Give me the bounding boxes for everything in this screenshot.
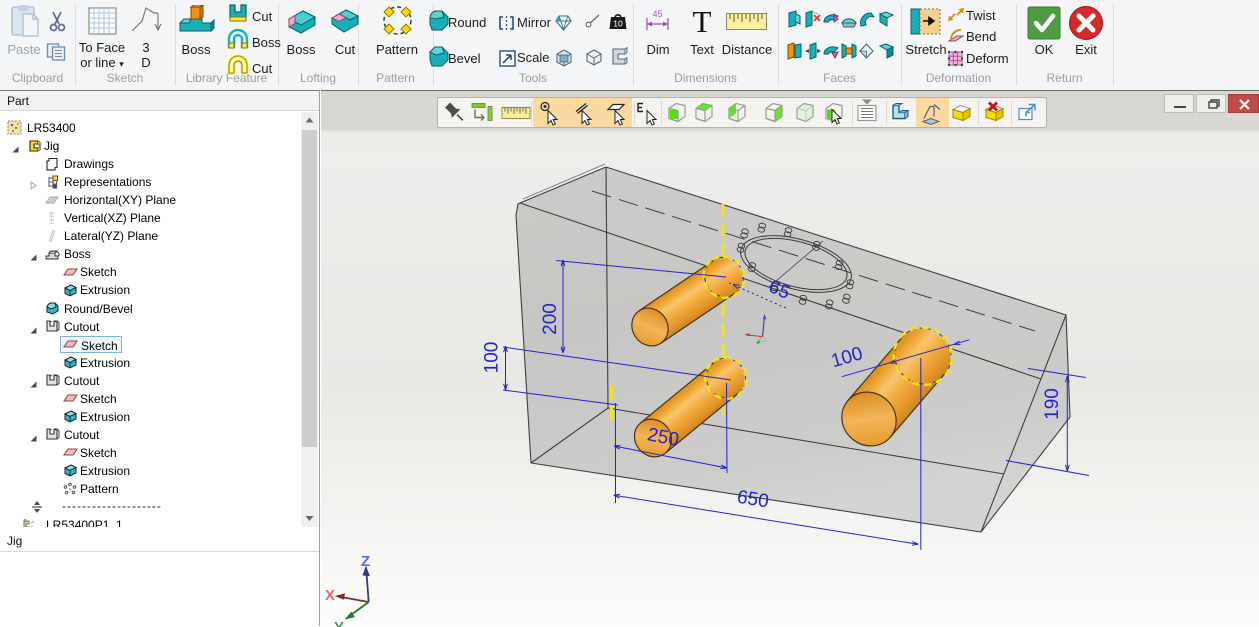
svg-text:10: 10 bbox=[613, 19, 623, 29]
svg-text:X: X bbox=[325, 587, 335, 604]
svg-text:Z: Z bbox=[361, 553, 370, 570]
svg-text:45: 45 bbox=[652, 9, 662, 19]
svg-text:650: 650 bbox=[736, 487, 771, 513]
svg-text:200: 200 bbox=[540, 303, 561, 335]
svg-text:100: 100 bbox=[482, 342, 503, 374]
svg-text:190: 190 bbox=[1042, 388, 1063, 420]
